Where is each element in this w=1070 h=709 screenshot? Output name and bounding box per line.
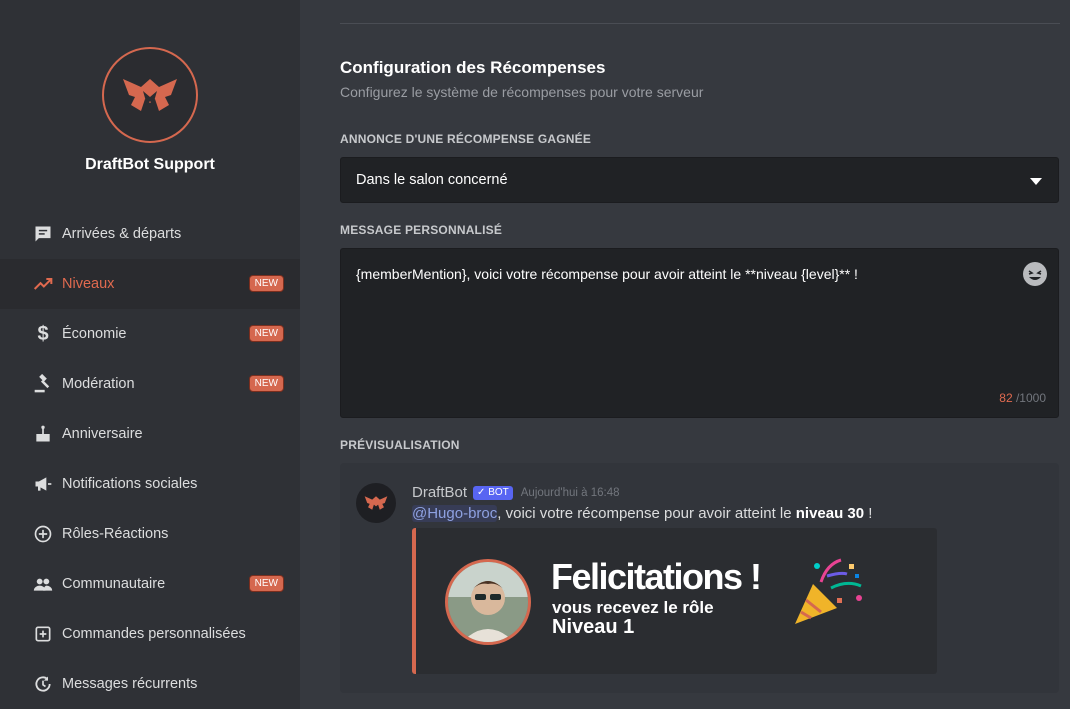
sidebar-item-roles-reactions[interactable]: Rôles-Réactions: [0, 509, 300, 559]
sidebar-item-notifications[interactable]: Notifications sociales: [0, 459, 300, 509]
add-box-icon: [32, 623, 54, 645]
chat-icon: [32, 223, 54, 245]
megaphone-icon: [32, 473, 54, 495]
people-icon: [32, 573, 54, 595]
server-name: DraftBot Support: [85, 156, 215, 173]
page-title: Configuration des Récompenses: [340, 58, 606, 77]
sidebar-item-label: Notifications sociales: [62, 476, 198, 492]
sidebar-item-label: Communautaire: [62, 576, 166, 592]
caret-down-icon: [1030, 178, 1042, 185]
sidebar-item-arrivees[interactable]: Arrivées & départs: [0, 209, 300, 259]
message-text-end: !: [864, 505, 873, 522]
message-label: MESSAGE PERSONNALISÉ: [340, 223, 503, 237]
message-author: DraftBot ✓ BOT Aujourd'hui à 16:48: [412, 484, 620, 501]
char-count: 82: [999, 391, 1013, 405]
new-badge: NEW: [248, 375, 284, 392]
draftbot-logo-icon: [364, 496, 388, 510]
bot-avatar: [356, 483, 396, 523]
announce-label: ANNONCE D'UNE RÉCOMPENSE GAGNÉE: [340, 132, 592, 146]
sidebar-item-label: Modération: [62, 376, 135, 392]
announce-value: Dans le salon concerné: [356, 172, 508, 188]
char-max: /1000: [1015, 391, 1046, 405]
server-logo: [102, 47, 198, 143]
message-text-part: , voici votre récompense pour avoir atte…: [497, 505, 796, 522]
sidebar-item-label: Niveaux: [62, 276, 115, 292]
plus-circle-icon: [32, 523, 54, 545]
message-value: {memberMention}, voici votre récompense …: [356, 266, 858, 282]
sidebar-item-economie[interactable]: $ Économie NEW: [0, 309, 300, 359]
new-badge: NEW: [248, 575, 284, 592]
sidebar-item-messages-recurrents[interactable]: Messages récurrents: [0, 659, 300, 709]
message-timestamp: Aujourd'hui à 16:48: [520, 486, 620, 499]
party-popper-icon: [795, 558, 862, 624]
main-content: Configuration des Récompenses Configurez…: [300, 0, 1070, 709]
user-avatar: [445, 559, 531, 645]
draftbot-logo-icon: [123, 79, 177, 111]
preview-label: PRÉVISUALISATION: [340, 438, 460, 452]
announce-select[interactable]: Dans le salon concerné: [340, 157, 1059, 203]
user-mention[interactable]: @Hugo-broc: [412, 505, 498, 522]
sidebar-item-niveaux[interactable]: Niveaux NEW: [0, 259, 300, 309]
sidebar-nav: Arrivées & départs Niveaux NEW $ Économi…: [0, 209, 300, 709]
sidebar-item-commandes[interactable]: Commandes personnalisées: [0, 609, 300, 659]
trending-up-icon: [32, 273, 54, 295]
new-badge: NEW: [248, 325, 284, 342]
message-text: @Hugo-broc, voici votre récompense pour …: [412, 505, 872, 522]
sidebar-item-label: Arrivées & départs: [62, 226, 182, 242]
card-line: vous recevez le rôle: [552, 598, 714, 617]
cake-icon: [32, 423, 54, 445]
author-name: DraftBot: [412, 484, 468, 501]
history-icon: [32, 673, 54, 695]
sidebar-item-anniversaire[interactable]: Anniversaire: [0, 409, 300, 459]
user-photo-icon: [448, 562, 528, 642]
sidebar-item-label: Messages récurrents: [62, 676, 198, 692]
dollar-icon: $: [37, 322, 49, 345]
message-preview: DraftBot ✓ BOT Aujourd'hui à 16:48 @Hugo…: [340, 463, 1059, 693]
reward-card: Felicitations ! vous recevez le rôle Niv…: [412, 528, 937, 674]
message-bold: niveau 30: [795, 505, 865, 522]
card-title: Felicitations !: [551, 556, 762, 597]
sidebar-item-label: Rôles-Réactions: [62, 526, 169, 542]
gavel-icon: [32, 373, 54, 395]
divider: [340, 23, 1060, 24]
sidebar: DraftBot Support Arrivées & départs Nive…: [0, 0, 300, 709]
bot-tag: ✓ BOT: [473, 485, 513, 500]
sidebar-item-moderation[interactable]: Modération NEW: [0, 359, 300, 409]
sidebar-item-label: Anniversaire: [62, 426, 143, 442]
new-badge: NEW: [248, 275, 284, 292]
emoji-picker-icon[interactable]: [1022, 261, 1048, 287]
sidebar-item-label: Commandes personnalisées: [62, 626, 246, 642]
message-textarea[interactable]: {memberMention}, voici votre récompense …: [340, 248, 1059, 418]
char-counter: 82 /1000: [999, 391, 1046, 405]
page-subtitle: Configurez le système de récompenses pou…: [340, 84, 704, 100]
sidebar-item-label: Économie: [62, 326, 127, 342]
sidebar-item-communautaire[interactable]: Communautaire NEW: [0, 559, 300, 609]
card-level: Niveau 1: [552, 616, 635, 638]
